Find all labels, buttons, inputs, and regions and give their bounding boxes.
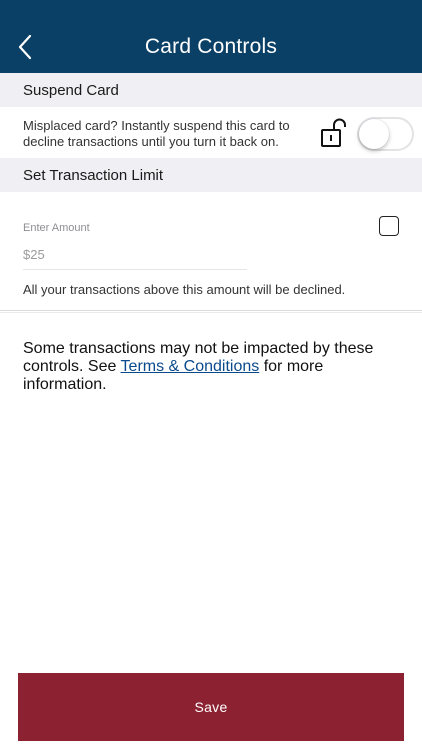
- suspend-card-section-header: Suspend Card: [0, 73, 422, 107]
- limit-note: All your transactions above this amount …: [23, 282, 346, 297]
- chevron-left-icon: [18, 34, 32, 60]
- enable-limit-checkbox[interactable]: [379, 216, 399, 236]
- amount-input[interactable]: [23, 240, 247, 270]
- toggle-knob: [359, 119, 389, 149]
- amount-label: Enter Amount: [23, 222, 90, 234]
- suspend-card-description: Misplaced card? Instantly suspend this c…: [23, 118, 290, 149]
- nav-header: Card Controls: [0, 0, 422, 73]
- suspend-card-toggle[interactable]: [357, 117, 414, 151]
- save-button[interactable]: Save: [18, 673, 404, 741]
- card-controls-screen: Card Controls Suspend Card Misplaced car…: [0, 0, 422, 750]
- unlocked-padlock-icon: [321, 118, 346, 147]
- page-title: Card Controls: [144, 34, 278, 58]
- section-divider: [0, 310, 422, 313]
- transaction-limit-block: Enter Amount All your transactions above…: [0, 192, 422, 310]
- terms-conditions-link[interactable]: Terms & Conditions: [121, 358, 260, 375]
- back-button[interactable]: [10, 30, 40, 64]
- transaction-limit-section-header: Set Transaction Limit: [0, 158, 422, 192]
- disclaimer-text: Some transactions may not be impacted by…: [23, 340, 403, 394]
